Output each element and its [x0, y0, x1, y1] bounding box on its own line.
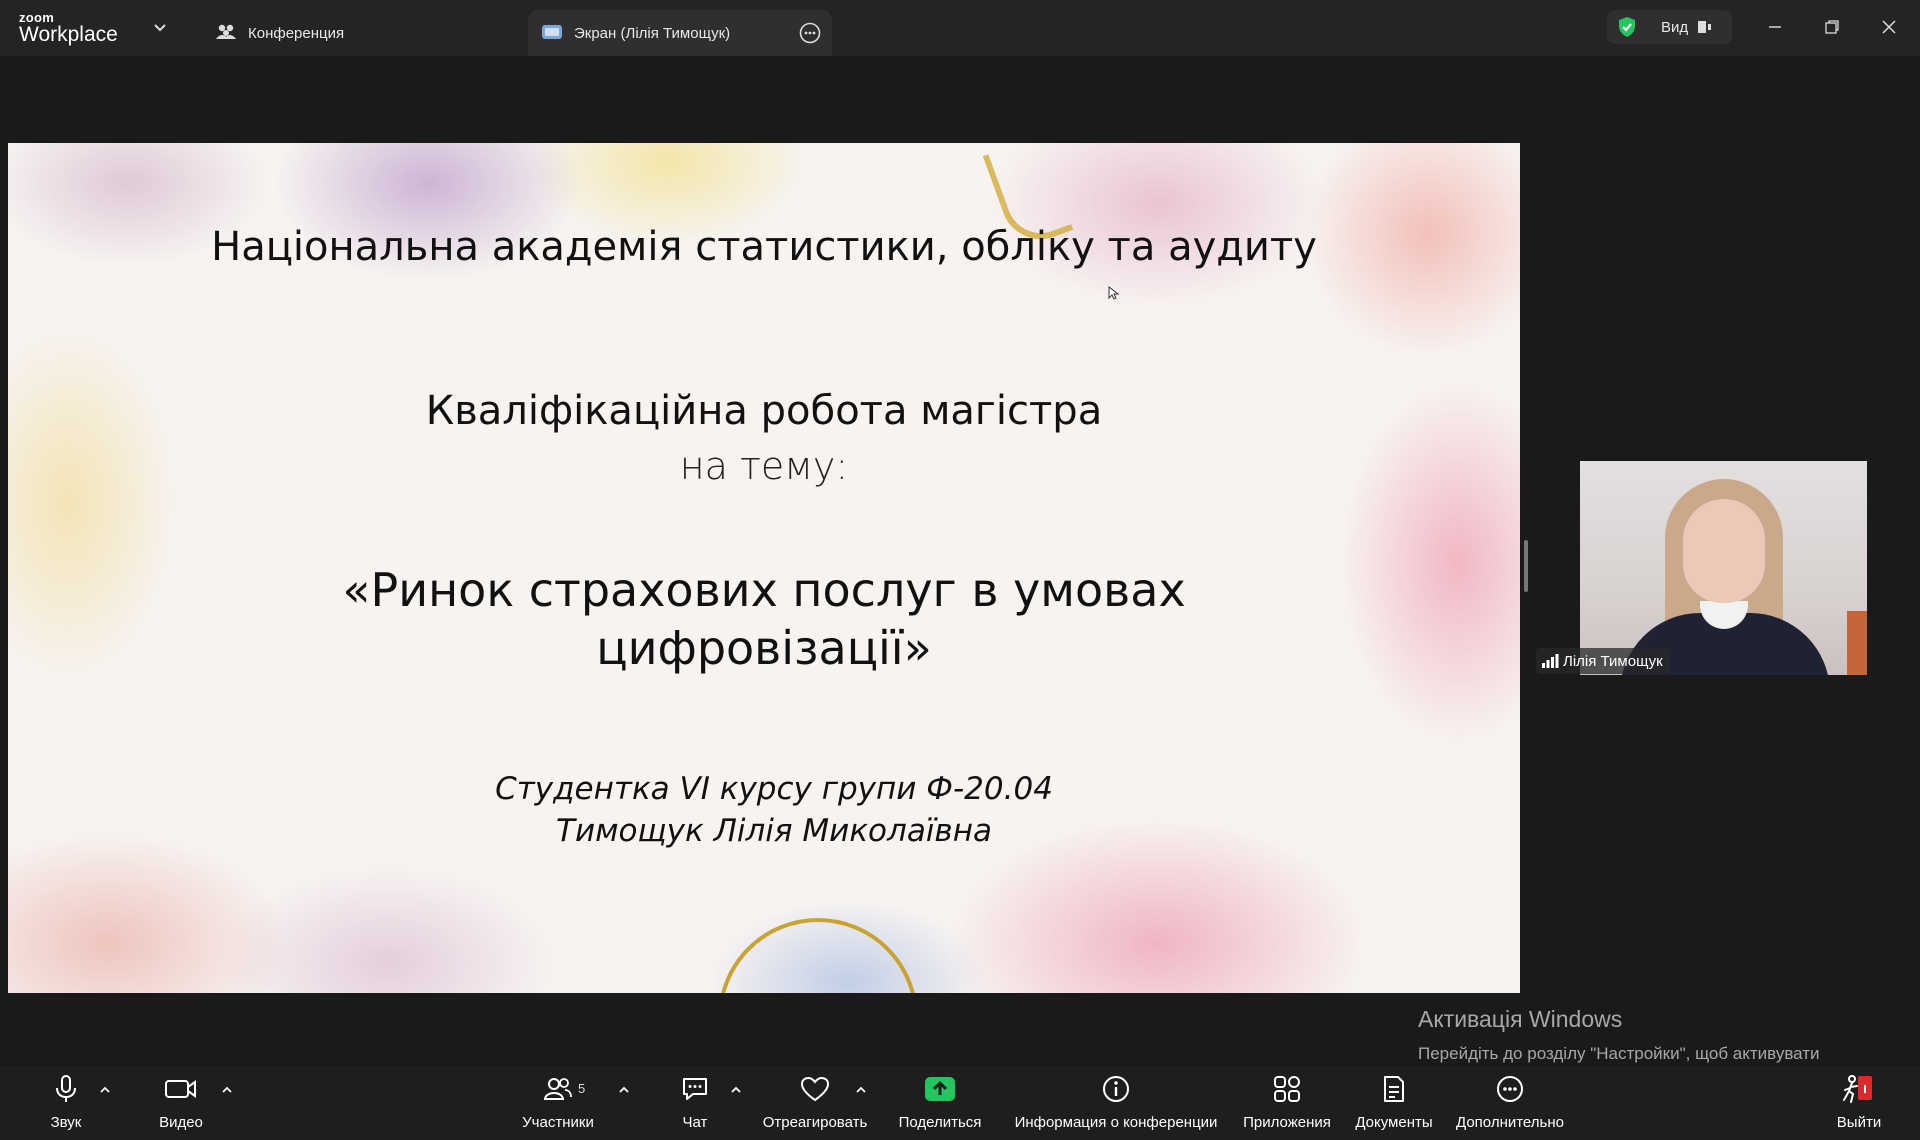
audio-label: Звук [50, 1114, 82, 1131]
chat-label: Чат [682, 1114, 708, 1131]
meeting-info-button[interactable]: Информация о конференции [1010, 1066, 1222, 1140]
slide-author: Студентка VI курсу групи Ф-20.04 Тимощук… [8, 768, 1520, 852]
tab-conference[interactable]: Конференция [210, 10, 510, 56]
slide-topic-line-2: цифровізації» [596, 621, 932, 675]
audio-options-caret-icon[interactable] [97, 1084, 113, 1096]
slide-institution: Національна академія статистики, обліку … [211, 224, 1317, 270]
react-options-caret-icon[interactable] [853, 1084, 869, 1096]
screen-share-icon [540, 21, 564, 45]
leave-icon [1842, 1066, 1876, 1112]
chevron-down-icon[interactable] [150, 18, 170, 38]
more-dots-icon [1495, 1066, 1525, 1112]
shield-check-icon [1615, 15, 1639, 39]
chat-bubble-icon [680, 1066, 710, 1112]
leave-label: Выйти [1836, 1114, 1882, 1131]
share-arrow-icon [923, 1066, 957, 1112]
brand-title: Workplace [19, 23, 118, 46]
share-label: Поделиться [898, 1114, 982, 1131]
mouse-cursor-icon [1108, 286, 1120, 300]
participants-icon [543, 1066, 573, 1112]
slide-topic-line-1: «Ринок страхових послуг в умовах [342, 563, 1186, 617]
participant-name-tag: Лілія Тимощук [1536, 648, 1670, 674]
react-label: Отреагировать [762, 1114, 868, 1131]
leave-button[interactable]: Выйти [1834, 1066, 1884, 1140]
react-button[interactable]: Отреагировать [760, 1066, 870, 1140]
signal-strength-icon [1541, 654, 1559, 668]
participant-name: Лілія Тимощук [1563, 652, 1663, 670]
participants-button[interactable]: Участники [514, 1066, 602, 1140]
tab-label: Конференция [248, 24, 345, 42]
meeting-info-label: Информация о конференции [1014, 1114, 1218, 1131]
title-bar: zoom Workplace Конференция Экран (Лілія … [0, 0, 1920, 56]
video-camera-icon [164, 1066, 198, 1112]
tab-screen-share[interactable]: Экран (Лілія Тимощук) [528, 10, 832, 56]
documents-label: Документы [1355, 1114, 1433, 1131]
zoom-logo[interactable]: zoom Workplace [19, 11, 129, 47]
participants-count: 5 [578, 1081, 586, 1096]
activation-title: Активація Windows [1418, 1006, 1623, 1032]
restore-icon[interactable] [1817, 12, 1847, 42]
heart-icon [799, 1066, 831, 1112]
video-options-caret-icon[interactable] [219, 1084, 235, 1096]
slide-student-name: Тимощук Лілія Миколаївна [556, 813, 992, 849]
panel-resize-handle[interactable] [1524, 540, 1528, 592]
layout-icon [1696, 18, 1714, 36]
slide-work-type: Кваліфікаційна робота магістра [425, 388, 1103, 434]
participant-video-tile[interactable] [1580, 461, 1867, 675]
chat-button[interactable]: Чат [674, 1066, 716, 1140]
slide-topic: «Ринок страхових послуг в умовах цифрові… [8, 561, 1520, 677]
slide-topic-label: на тему: [679, 444, 849, 488]
people-icon [214, 21, 238, 45]
participants-options-caret-icon[interactable] [616, 1084, 632, 1096]
documents-button[interactable]: Документы [1352, 1066, 1436, 1140]
tab-label: Экран (Лілія Тимощук) [574, 24, 731, 42]
view-button[interactable]: Вид [1607, 10, 1732, 44]
share-screen-button[interactable]: Поделиться [893, 1066, 987, 1140]
info-icon [1101, 1066, 1131, 1112]
document-icon [1381, 1066, 1407, 1112]
apps-icon [1272, 1066, 1302, 1112]
shared-screen-slide: Національна академія статистики, обліку … [8, 143, 1520, 993]
slide-student-group: Студентка VI курсу групи Ф-20.04 [495, 771, 1053, 807]
video-button[interactable]: Видео [155, 1066, 207, 1140]
meeting-toolbar: Звук Видео Участники 5 Чат Отреагировать… [0, 1066, 1920, 1140]
audio-button[interactable]: Звук [40, 1066, 92, 1140]
close-icon[interactable] [1874, 12, 1904, 42]
gold-ring-decoration [718, 918, 918, 993]
view-label: Вид [1661, 18, 1689, 36]
apps-button[interactable]: Приложения [1240, 1066, 1334, 1140]
more-button[interactable]: Дополнительно [1452, 1066, 1568, 1140]
minimize-icon[interactable] [1760, 12, 1790, 42]
more-options-icon[interactable] [798, 21, 822, 45]
more-label: Дополнительно [1456, 1114, 1564, 1131]
microphone-icon [53, 1066, 79, 1112]
apps-label: Приложения [1243, 1114, 1331, 1131]
chat-options-caret-icon[interactable] [728, 1084, 744, 1096]
participants-label: Участники [522, 1114, 594, 1131]
video-label: Видео [159, 1114, 203, 1131]
